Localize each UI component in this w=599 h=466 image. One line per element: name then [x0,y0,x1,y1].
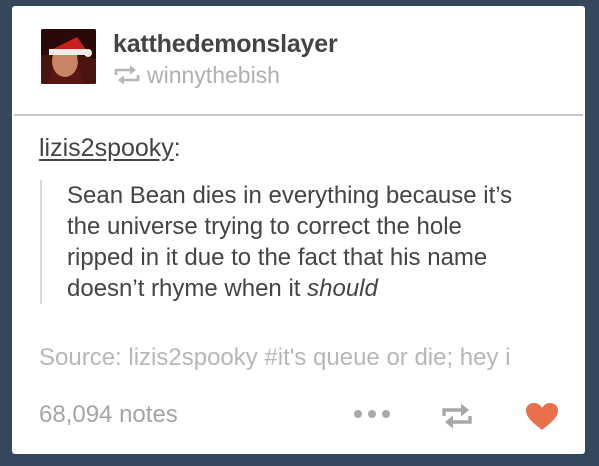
source-colon: : [173,134,181,162]
reblog-icon [114,65,140,85]
source-line-fade [521,344,561,372]
notes-count[interactable]: 68,094 notes [39,401,178,429]
source-line-text: Source: lizis2spooky #it's queue or die;… [39,344,511,371]
header-divider [14,114,583,116]
blockquote: Sean Bean dies in everything because it’… [40,180,585,304]
ellipsis-icon[interactable] [352,408,392,420]
source-attribution: lizis2spooky: [39,134,181,163]
quote-line: ripped in it due to the fact that his na… [67,244,488,271]
post-header: katthedemonslayer winnythebish [12,6,585,114]
heart-icon[interactable] [525,402,559,432]
quote-line: Sean Bean dies in everything because it’… [67,182,513,209]
avatar[interactable] [41,29,96,84]
quote-line-text: doesn’t rhyme when it [67,275,308,302]
source-line[interactable]: Source: lizis2spooky #it's queue or die;… [39,344,561,372]
blog-name-link[interactable]: katthedemonslayer [113,30,338,59]
reblogged-from-link[interactable]: winnythebish [147,62,280,89]
quote-line: doesn’t rhyme when it should [67,273,585,304]
quote-emphasis: should [307,275,378,302]
source-username-link[interactable]: lizis2spooky [39,134,174,162]
quote-line: the universe trying to correct the hole [67,213,462,240]
reblog-icon[interactable] [440,402,474,430]
post-card: katthedemonslayer winnythebish lizis2spo… [12,6,585,454]
